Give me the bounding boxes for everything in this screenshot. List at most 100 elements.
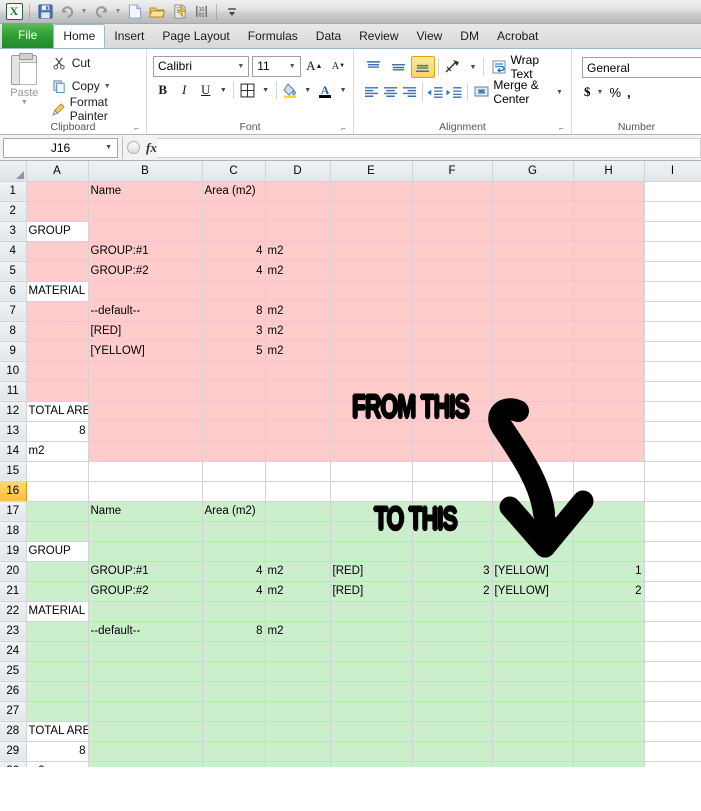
row-header-1[interactable]: 1 [0,181,27,202]
cell-F29[interactable] [412,741,493,762]
cell-C8[interactable]: 3 [202,321,266,342]
cell-B9[interactable]: [YELLOW] [88,341,203,362]
cell-I22[interactable] [644,601,701,622]
shrink-font-button[interactable]: A ▼ [328,55,349,77]
orientation-button[interactable] [442,56,466,78]
cell-E7[interactable] [330,301,413,322]
row-header-24[interactable]: 24 [0,641,27,662]
cell-H29[interactable] [573,741,645,762]
cell-G9[interactable] [492,341,574,362]
cell-C15[interactable] [202,461,266,482]
font-color-dropdown-icon[interactable]: ▼ [337,79,349,101]
cell-D28[interactable] [265,721,331,742]
cell-E5[interactable] [330,261,413,282]
number-format-combo[interactable]: General [582,57,701,78]
cell-G26[interactable] [492,681,574,702]
cell-B25[interactable] [88,661,203,682]
cell-B15[interactable] [88,461,203,482]
cell-D21[interactable]: m2 [265,581,331,602]
cell-A4[interactable] [25,241,89,262]
font-family-dropdown-icon[interactable]: ▼ [237,63,244,70]
row-header-7[interactable]: 7 [0,301,27,322]
cell-A2[interactable] [25,201,89,222]
cell-F17[interactable] [412,500,493,522]
underline-dropdown-icon[interactable]: ▼ [217,79,229,101]
cell-B20[interactable]: GROUP:#1 [88,561,203,582]
cell-E17[interactable] [330,500,413,522]
font-size-combo[interactable]: 11 ▼ [252,55,301,77]
row-header-2[interactable]: 2 [0,201,27,222]
cell-C2[interactable] [202,201,266,222]
cell-A10[interactable] [25,361,89,382]
row-header-3[interactable]: 3 [0,221,27,242]
cell-B2[interactable] [88,201,203,222]
cell-E27[interactable] [330,701,413,722]
cell-E3[interactable] [330,221,413,242]
cell-E1[interactable] [330,180,413,202]
cell-H30[interactable] [573,761,645,767]
cell-G30[interactable] [492,761,574,767]
cell-G5[interactable] [492,261,574,282]
cell-F24[interactable] [412,641,493,662]
row-header-4[interactable]: 4 [0,241,27,262]
cell-C11[interactable] [202,381,266,402]
cell-B4[interactable]: GROUP:#1 [88,241,203,262]
cell-G4[interactable] [492,241,574,262]
binary-icon[interactable]: 10 01 [191,2,211,22]
wrap-text-button[interactable]: Wrap Text [487,53,567,81]
cell-F12[interactable] [412,401,493,422]
cell-I28[interactable] [644,721,701,742]
cell-C7[interactable]: 8 [202,301,266,322]
cell-B22[interactable] [88,601,203,622]
cell-F4[interactable] [412,241,493,262]
cell-A20[interactable] [25,561,89,582]
column-header-a[interactable]: A [26,161,89,182]
cell-B13[interactable] [88,421,203,442]
cell-B5[interactable]: GROUP:#2 [88,261,203,282]
row-header-22[interactable]: 22 [0,601,27,622]
cell-A13[interactable]: 8 [25,421,89,442]
align-left-button[interactable] [362,81,380,103]
cell-C20[interactable]: 4 [202,561,266,582]
cell-C27[interactable] [202,701,266,722]
cell-I15[interactable] [644,461,701,482]
insert-function-circle-icon[interactable] [127,141,140,154]
insert-function-icon[interactable]: fx [146,140,157,156]
cell-E11[interactable] [330,381,413,402]
cell-F7[interactable] [412,301,493,322]
cell-E2[interactable] [330,201,413,222]
copy-dropdown-icon[interactable]: ▼ [104,83,111,90]
row-header-5[interactable]: 5 [0,261,27,282]
tab-home[interactable]: Home [53,24,106,48]
cell-F1[interactable] [412,180,493,202]
cell-E20[interactable]: [RED] [330,561,413,582]
cell-D14[interactable] [265,441,331,462]
cell-G25[interactable] [492,661,574,682]
italic-button[interactable]: I [174,79,193,101]
paste-button[interactable]: Paste ▼ [4,52,45,120]
tab-insert[interactable]: Insert [105,25,153,48]
cell-B30[interactable] [88,761,203,767]
cell-F6[interactable] [412,281,493,302]
cell-F23[interactable] [412,621,493,642]
cell-I10[interactable] [644,361,701,382]
row-header-25[interactable]: 25 [0,661,27,682]
cell-H7[interactable] [573,301,645,322]
cell-E30[interactable] [330,761,413,767]
cell-D7[interactable]: m2 [265,301,331,322]
align-bottom-button[interactable] [411,56,435,78]
cell-D22[interactable] [265,601,331,622]
cell-E9[interactable] [330,341,413,362]
cell-G20[interactable]: [YELLOW] [492,561,574,582]
font-color-button[interactable]: A [316,79,335,101]
cell-D2[interactable] [265,201,331,222]
row-header-10[interactable]: 10 [0,361,27,382]
cell-D10[interactable] [265,361,331,382]
cell-B14[interactable] [88,441,203,462]
cell-B17[interactable]: Name [88,500,203,522]
customize-qat-icon[interactable] [222,2,242,22]
cell-C23[interactable]: 8 [202,621,266,642]
cell-A26[interactable] [25,681,89,702]
cell-I7[interactable] [644,301,701,322]
cell-B19[interactable] [88,541,203,562]
